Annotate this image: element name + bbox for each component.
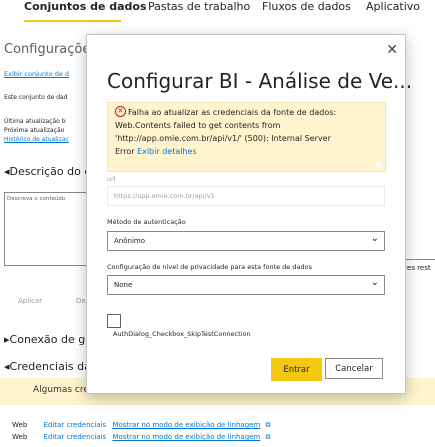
error-icon: ✕ xyxy=(115,106,126,117)
tab-dataflows[interactable]: Fluxos de dados xyxy=(262,0,351,13)
edit-credentials-link[interactable]: Editar credenciais xyxy=(44,433,107,441)
history-link[interactable]: Histórico de atualizaç xyxy=(4,136,69,143)
credential-row: Web Editar credenciais Mostrar no modo d… xyxy=(12,421,271,430)
error-line: 'http://app.omie.com.br/api/v1/' (500): … xyxy=(115,134,331,143)
cancel-button[interactable]: Cancelar xyxy=(325,358,383,379)
discard-button[interactable]: De xyxy=(76,297,86,305)
dialog-title: Configurar BI - Análise de Ve... xyxy=(107,69,413,93)
chevron-down-icon: ⌄ xyxy=(370,277,379,288)
privacy-level-value: None xyxy=(114,281,133,289)
resize-corner xyxy=(376,162,381,167)
credential-type: Web xyxy=(12,421,28,429)
apply-button[interactable]: Aplicar xyxy=(18,297,42,305)
lineage-link[interactable]: Mostrar no modo de exibição de linhagem xyxy=(112,421,260,429)
active-tab-indicator xyxy=(24,20,121,22)
url-input: https://app.omie.com.br/api/v1 xyxy=(107,186,385,206)
dataset-note: Este conjunto de dad xyxy=(4,94,68,101)
tab-app[interactable]: Aplicativo xyxy=(366,0,420,13)
signin-button[interactable]: Entrar xyxy=(271,358,322,381)
auth-method-value: Anônimo xyxy=(114,237,145,245)
tab-datasets[interactable]: Conjuntos de dados xyxy=(24,0,147,13)
credentials-section-label: Credenciais da f xyxy=(9,360,99,373)
external-link-icon[interactable]: ⧉ xyxy=(266,421,271,429)
lineage-link[interactable]: Mostrar no modo de exibição de linhagem xyxy=(112,433,260,441)
configure-dialog: ✕ Configurar BI - Análise de Ve... ✕ Fal… xyxy=(86,34,412,394)
next-update-text: Próxima atualização xyxy=(4,127,65,134)
skip-test-connection-checkbox[interactable] xyxy=(107,314,121,328)
privacy-level-select[interactable]: None ⌄ xyxy=(107,275,385,295)
auth-method-label: Método de autenticação xyxy=(107,218,186,226)
error-line: Web.Contents failed to get contents from xyxy=(115,121,281,130)
view-dataset-link[interactable]: Exibir conjunto de d xyxy=(4,70,69,78)
tab-workbooks[interactable]: Pastas de trabalho xyxy=(148,0,250,13)
error-message-box: ✕ Falha ao atualizar as credenciais da f… xyxy=(107,102,386,172)
last-update-text: Última atualização b xyxy=(4,118,66,125)
edit-credentials-link[interactable]: Editar credenciais xyxy=(44,421,107,429)
url-value: https://app.omie.com.br/api/v1 xyxy=(114,192,215,200)
credential-type: Web xyxy=(12,433,28,441)
external-link-icon[interactable]: ⧉ xyxy=(266,433,271,441)
description-section-header[interactable]: ◂Descrição do c xyxy=(4,165,90,178)
url-label: url xyxy=(107,175,116,183)
description-placeholder: Descreva o conteúdo xyxy=(7,196,66,202)
error-details-link[interactable]: Exibir detalhes xyxy=(137,147,197,156)
credential-row: Web Editar credenciais Mostrar no modo d… xyxy=(12,433,271,442)
gateway-section-label: Conexão de ga xyxy=(9,333,92,346)
description-section-label: Descrição do c xyxy=(9,165,91,178)
close-icon[interactable]: ✕ xyxy=(386,43,398,57)
description-textarea[interactable]: Descreva o conteúdo xyxy=(4,192,98,266)
error-line-last: Error Exibir detalhes xyxy=(115,147,197,156)
banner-text: Algumas cre xyxy=(33,385,89,395)
auth-method-select[interactable]: Anônimo ⌄ xyxy=(107,231,385,251)
error-word: Error xyxy=(115,147,135,156)
credentials-section-header[interactable]: ◂Credenciais da f xyxy=(4,360,98,373)
gateway-section-header[interactable]: ▸Conexão de ga xyxy=(4,333,92,346)
top-tab-bar: Conjuntos de dados Pastas de trabalho Fl… xyxy=(0,0,435,26)
error-line: Falha ao atualizar as credenciais da fon… xyxy=(128,108,337,117)
privacy-level-label: Configuração de nível de privacidade par… xyxy=(107,263,312,271)
chevron-down-icon: ⌄ xyxy=(370,233,379,244)
checkbox-label: AuthDialog_Checkbox_SkipTestConnection xyxy=(113,330,251,338)
page-title: Configuraçõe xyxy=(4,42,91,57)
